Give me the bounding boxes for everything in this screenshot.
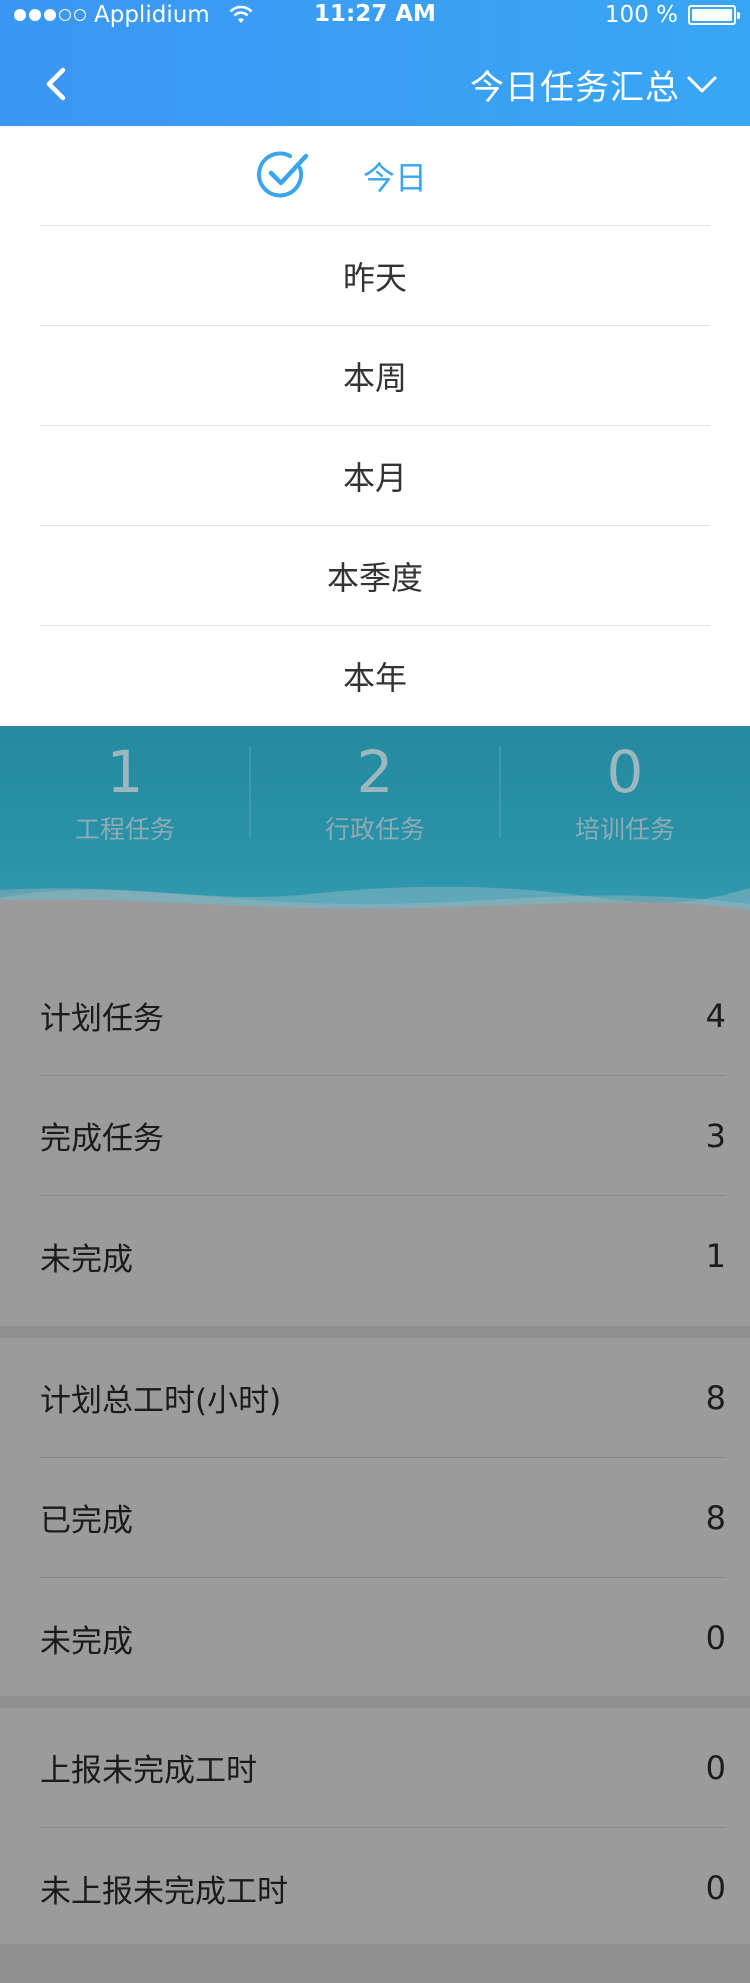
page-title: 今日任务汇总	[470, 68, 680, 108]
row-label: 完成任务	[40, 1121, 164, 1157]
dropdown-item-this-quarter[interactable]: 本季度	[40, 526, 710, 626]
dropdown-item-label: 本月	[342, 458, 407, 497]
row-label: 未完成	[40, 1241, 133, 1278]
check-circle-icon	[257, 151, 309, 198]
stat-engineering[interactable]: 1 工程任务	[0, 736, 250, 846]
status-right: 100 %	[604, 2, 740, 28]
stat-value: 0	[606, 738, 644, 806]
battery-icon	[688, 5, 740, 25]
task-count-section: 计划任务 4 完成任务 3 未完成 1	[0, 956, 750, 1326]
row-label: 未上报未完成工时	[40, 1873, 288, 1910]
list-item[interactable]: 上报未完成工时 0	[40, 1708, 726, 1828]
dropdown-item-yesterday[interactable]: 昨天	[40, 226, 710, 326]
row-value: 0	[705, 1619, 726, 1657]
wave-decoration	[0, 886, 750, 956]
list-item[interactable]: 计划总工时(小时) 8	[40, 1338, 726, 1458]
chevron-down-icon	[687, 76, 717, 92]
app-header: Applidium 11:27 AM 100 % 今日任务汇总	[0, 0, 750, 126]
stat-label: 行政任务	[324, 815, 425, 844]
dropdown-item-this-week[interactable]: 本周	[40, 326, 710, 426]
stat-label: 培训任务	[574, 815, 675, 844]
row-label: 计划任务	[40, 1001, 164, 1037]
row-value: 4	[705, 996, 726, 1035]
row-value: 0	[705, 1748, 726, 1787]
section-divider	[0, 1696, 750, 1708]
dropdown-item-label: 今日	[362, 158, 427, 197]
row-label: 上报未完成工时	[40, 1753, 257, 1789]
section-divider	[0, 1326, 750, 1338]
dropdown-item-label: 本季度	[326, 558, 423, 597]
list-item[interactable]: 未上报未完成工时 0	[40, 1828, 726, 1948]
stats-banner: 1 工程任务 2 行政任务 0 培训任务	[0, 726, 750, 956]
row-label: 未完成	[40, 1623, 133, 1660]
work-hours-section: 计划总工时(小时) 8 已完成 8 未完成 0	[0, 1338, 750, 1698]
row-label: 已完成	[40, 1503, 133, 1539]
row-value: 0	[705, 1869, 726, 1907]
dropdown-item-label: 昨天	[342, 258, 407, 297]
stat-value: 1	[106, 738, 144, 806]
battery-percent: 100 %	[604, 2, 678, 28]
row-value: 8	[705, 1498, 726, 1537]
stat-label: 工程任务	[74, 815, 175, 844]
row-label: 计划总工时(小时)	[40, 1383, 282, 1419]
stat-training[interactable]: 0 培训任务	[500, 736, 750, 846]
list-item[interactable]: 未完成 0	[40, 1578, 726, 1698]
stat-admin[interactable]: 2 行政任务	[250, 736, 500, 846]
status-bar: Applidium 11:27 AM 100 %	[0, 0, 750, 32]
list-item[interactable]: 已完成 8	[40, 1458, 726, 1578]
dropdown-item-today[interactable]: 今日	[40, 126, 710, 226]
title-dropdown-toggle[interactable]: 今日任务汇总	[470, 60, 718, 109]
row-value: 3	[705, 1116, 726, 1155]
section-divider	[0, 1944, 750, 1983]
stat-value: 2	[356, 738, 394, 806]
chevron-left-icon	[46, 67, 66, 101]
period-dropdown-menu: 今日 昨天 本周 本月 本季度 本年	[0, 126, 750, 726]
report-hours-section: 上报未完成工时 0 未上报未完成工时 0	[0, 1708, 750, 1948]
dropdown-item-label: 本年	[342, 659, 407, 697]
list-item[interactable]: 未完成 1	[40, 1196, 726, 1316]
list-item[interactable]: 计划任务 4	[40, 956, 726, 1076]
row-value: 8	[705, 1378, 726, 1417]
dropdown-item-label: 本周	[342, 358, 407, 397]
dropdown-item-this-month[interactable]: 本月	[40, 426, 710, 526]
list-item[interactable]: 完成任务 3	[40, 1076, 726, 1196]
dropdown-item-this-year[interactable]: 本年	[40, 626, 710, 726]
back-button[interactable]	[36, 64, 76, 104]
row-value: 1	[705, 1237, 726, 1275]
